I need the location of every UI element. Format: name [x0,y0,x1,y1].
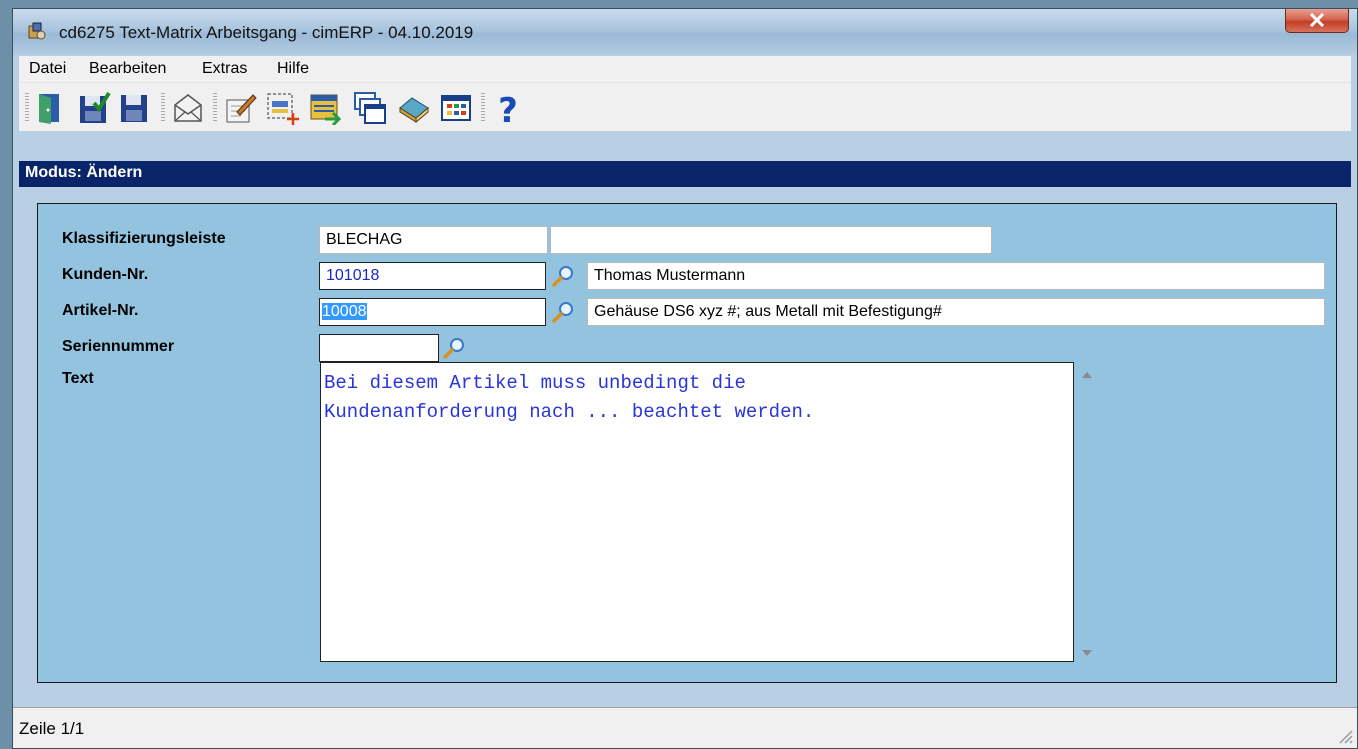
toolbar-separator [481,93,485,123]
help-button[interactable]: ? [491,91,525,125]
seriennummer-label: Seriennummer [62,338,175,355]
book-button[interactable] [397,91,431,125]
klassifizierung-field[interactable]: BLECHAG [319,226,548,254]
save-button[interactable] [117,91,151,125]
transfer-button[interactable] [309,91,343,125]
artikel-lookup-icon[interactable] [551,300,575,324]
save-close-button[interactable] [77,91,111,125]
close-icon [1309,13,1325,27]
artikel-nr-label: Artikel-Nr. [62,302,139,319]
toolbar-grip[interactable] [25,93,29,123]
menu-bar: Datei Bearbeiten Extras Hilfe [19,56,1351,82]
help-question-icon: ? [498,91,518,125]
window-title: cd6275 Text-Matrix Arbeitsgang - cimERP … [59,23,474,42]
toolbar: ? [19,82,1351,131]
kunden-name-field[interactable]: Thomas Mustermann [587,262,1325,290]
svg-text:?: ? [498,91,518,125]
artikel-nr-field[interactable]: 10008 [319,298,546,326]
app-window: cd6275 Text-Matrix Arbeitsgang - cimERP … [12,8,1358,749]
close-button[interactable] [1285,9,1349,33]
scroll-down-arrow-icon[interactable] [1078,644,1096,662]
scroll-up-arrow-icon[interactable] [1078,366,1096,384]
exit-door-icon [39,94,59,124]
grid-calendar-icon [441,95,471,121]
menu-hilfe[interactable]: Hilfe [277,60,309,78]
kunden-nr-field[interactable]: 101018 [319,262,546,290]
mode-bar: Modus: Ändern [19,161,1351,187]
toolbar-separator [161,93,165,123]
mail-button[interactable] [171,91,205,125]
save-check-icon [80,91,111,123]
status-text: Zeile 1/1 [19,719,85,738]
windows-icon [354,92,386,124]
new-button[interactable] [265,91,299,125]
list-transfer-icon [310,94,342,125]
new-record-icon [267,93,299,125]
menu-datei[interactable]: Datei [29,60,66,78]
grid-button[interactable] [439,91,473,125]
app-icon [28,22,46,40]
text-label: Text [62,370,94,387]
title-bar[interactable]: cd6275 Text-Matrix Arbeitsgang - cimERP … [13,9,1357,55]
save-icon [121,95,147,122]
edit-form-icon [226,94,257,123]
edit-button[interactable] [223,91,257,125]
mode-label: Modus: Ändern [25,164,143,181]
kunden-nr-label: Kunden-Nr. [62,266,149,283]
status-bar: Zeile 1/1 [13,707,1357,748]
klassifizierung-description-field[interactable] [550,226,992,254]
seriennummer-field[interactable] [319,334,439,362]
menu-bearbeiten[interactable]: Bearbeiten [89,60,166,78]
windows-button[interactable] [353,91,387,125]
seriennummer-lookup-icon[interactable] [442,336,466,360]
book-icon [399,97,429,124]
toolbar-separator [213,93,217,123]
menu-extras[interactable]: Extras [202,60,247,78]
klassifizierung-label: Klassifizierungsleiste [62,230,226,247]
exit-button[interactable] [33,91,67,125]
text-area-content: Bei diesem Artikel muss unbedingt die Ku… [324,372,815,423]
kunden-lookup-icon[interactable] [551,264,575,288]
form-panel: Klassifizierungsleiste BLECHAG Kunden-Nr… [37,203,1337,683]
text-area[interactable]: Bei diesem Artikel muss unbedingt die Ku… [320,362,1074,662]
resize-grip-icon[interactable] [1337,728,1353,744]
envelope-icon [174,94,202,122]
artikel-nr-value: 10008 [322,303,367,320]
artikel-name-field[interactable]: Gehäuse DS6 xyz #; aus Metall mit Befest… [587,298,1325,326]
